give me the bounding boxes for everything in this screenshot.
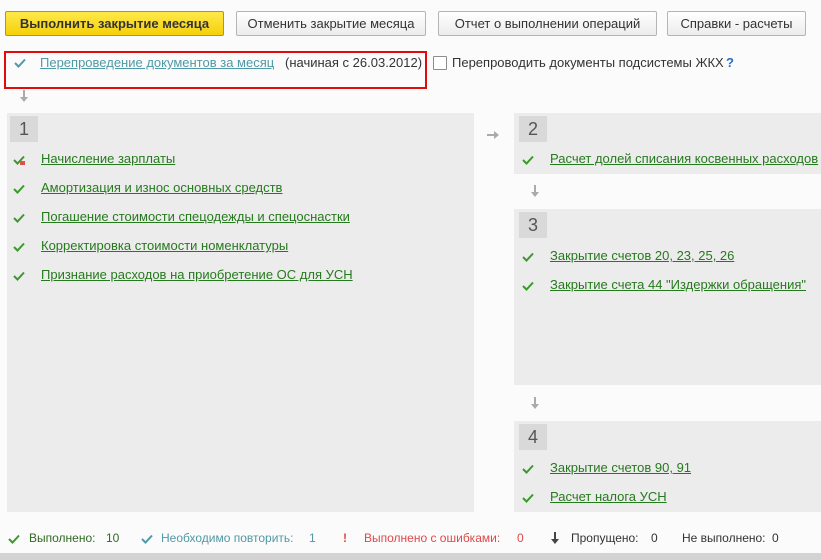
- operation-item: Расчет долей списания косвенных расходов: [522, 151, 821, 169]
- operation-item: Начисление зарплаты: [13, 151, 463, 169]
- operation-item: Закрытие счетов 20, 23, 25, 26: [522, 248, 821, 266]
- check-icon: [13, 213, 25, 223]
- operation-item: Расчет налога УСН: [522, 489, 821, 507]
- cancel-close-button[interactable]: Отменить закрытие месяца: [236, 11, 426, 36]
- operation-link[interactable]: Амортизация и износ основных средств: [41, 180, 282, 195]
- step-panel-2: 2 Расчет долей списания косвенных расход…: [514, 113, 821, 174]
- status-skipped-label: Пропущено:: [571, 531, 639, 545]
- check-icon: [522, 281, 534, 291]
- operation-link[interactable]: Расчет налога УСН: [550, 489, 667, 504]
- check-icon: [522, 493, 534, 503]
- check-faded-icon: [14, 58, 26, 68]
- check-icon: [13, 184, 25, 194]
- repost-date-note: (начиная с 26.03.2012): [285, 55, 423, 70]
- step-panel-3: 3 Закрытие счетов 20, 23, 25, 26 Закрыти…: [514, 209, 821, 385]
- operation-item: Погашение стоимости спецодежды и спецосн…: [13, 209, 463, 227]
- status-repeat-count: 1: [309, 531, 316, 545]
- status-errors-label: Выполнено с ошибками:: [364, 531, 501, 545]
- arrow-down-icon: [531, 185, 539, 197]
- operation-link[interactable]: Закрытие счетов 20, 23, 25, 26: [550, 248, 734, 263]
- operation-link[interactable]: Погашение стоимости спецодежды и спецосн…: [41, 209, 350, 224]
- status-done-label: Выполнено:: [29, 531, 96, 545]
- check-icon: [522, 155, 534, 165]
- operation-link[interactable]: Закрытие счета 44 "Издержки обращения": [550, 277, 806, 292]
- repost-housing-label: Перепроводить документы подсистемы ЖКХ: [452, 55, 724, 70]
- step-panel-1: 1 Начисление зарплаты Амортизация и изно…: [7, 113, 474, 512]
- step-number: 4: [519, 424, 547, 450]
- arrow-down-icon: [531, 397, 539, 409]
- status-notdone-label: Не выполнено:: [682, 531, 766, 545]
- operation-item: Закрытие счета 44 "Издержки обращения": [522, 277, 821, 295]
- check-icon: [13, 242, 25, 252]
- step-panel-4: 4 Закрытие счетов 90, 91 Расчет налога У…: [514, 421, 821, 512]
- arrow-right-icon: [487, 131, 499, 139]
- toolbar: Выполнить закрытие месяца Отменить закры…: [0, 0, 821, 46]
- operation-link[interactable]: Признание расходов на приобретение ОС дл…: [41, 267, 353, 282]
- close-month-button[interactable]: Выполнить закрытие месяца: [5, 11, 224, 36]
- check-icon: [522, 252, 534, 262]
- check-edit-icon: [13, 155, 25, 165]
- calculations-button[interactable]: Справки - расчеты: [667, 11, 806, 36]
- arrow-down-icon: [20, 90, 28, 102]
- status-skipped-count: 0: [651, 531, 658, 545]
- horizontal-scrollbar[interactable]: [0, 553, 821, 560]
- status-skipped-icon: [551, 532, 559, 544]
- check-icon: [522, 464, 534, 474]
- step-number: 2: [519, 116, 547, 142]
- repost-housing-checkbox[interactable]: [433, 56, 447, 70]
- operation-link[interactable]: Закрытие счетов 90, 91: [550, 460, 691, 475]
- repost-documents-link[interactable]: Перепроведение документов за месяц: [40, 55, 274, 70]
- status-repeat-label: Необходимо повторить:: [161, 531, 294, 545]
- operation-item: Амортизация и износ основных средств: [13, 180, 463, 198]
- status-error-icon: !: [343, 531, 347, 545]
- status-done-icon: [8, 534, 20, 544]
- operation-item: Признание расходов на приобретение ОС дл…: [13, 267, 463, 285]
- operation-item: Корректировка стоимости номенклатуры: [13, 238, 463, 256]
- step-number: 1: [10, 116, 38, 142]
- operation-link[interactable]: Начисление зарплаты: [41, 151, 175, 166]
- step-number: 3: [519, 212, 547, 238]
- operation-item: Закрытие счетов 90, 91: [522, 460, 821, 478]
- status-repeat-icon: [141, 534, 153, 544]
- operations-report-button[interactable]: Отчет о выполнении операций: [438, 11, 657, 36]
- status-notdone-count: 0: [772, 531, 779, 545]
- operation-link[interactable]: Корректировка стоимости номенклатуры: [41, 238, 288, 253]
- help-icon[interactable]: ?: [726, 55, 734, 70]
- operation-link[interactable]: Расчет долей списания косвенных расходов: [550, 151, 818, 166]
- status-done-count: 10: [106, 531, 120, 545]
- status-errors-count: 0: [517, 531, 524, 545]
- check-icon: [13, 271, 25, 281]
